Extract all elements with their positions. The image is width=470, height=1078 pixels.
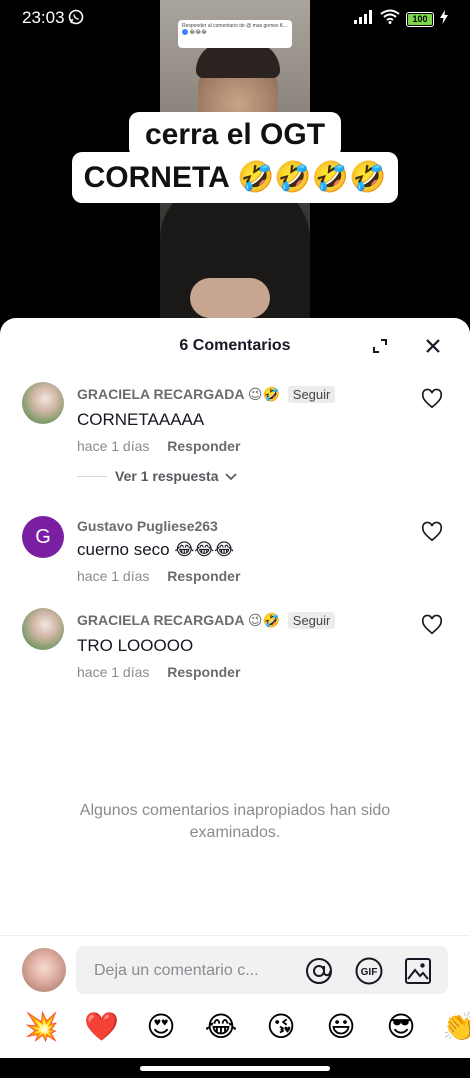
comment-input-box[interactable]: GIF xyxy=(76,946,448,994)
reply-button[interactable]: Responder xyxy=(167,664,240,680)
emoji-button[interactable]: 😘 xyxy=(264,1010,298,1044)
svg-text:GIF: GIF xyxy=(361,967,378,978)
avatar[interactable] xyxy=(22,382,64,424)
emoji-button[interactable]: 💥 xyxy=(24,1010,59,1044)
comment-meta: hace 1 días Responder xyxy=(77,664,240,680)
follow-button[interactable]: Seguir xyxy=(287,386,336,403)
emoji-button[interactable]: ❤️ xyxy=(84,1010,119,1044)
emoji-quick-bar: 💥 ❤️ 😍 😂 😘 😃 😎 👏 xyxy=(0,1010,470,1050)
follow-button[interactable]: Seguir xyxy=(287,612,336,629)
caption-text-2: CORNETA 🤣🤣🤣🤣 xyxy=(71,152,399,203)
emoji-button[interactable]: 👏 xyxy=(442,1010,470,1044)
username-emoji: 😉🤣 xyxy=(247,612,280,628)
heart-icon[interactable] xyxy=(421,614,443,636)
username-text: GRACIELA RECARGADA xyxy=(77,386,244,402)
heart-icon[interactable] xyxy=(421,521,443,543)
whatsapp-icon xyxy=(68,9,84,30)
comments-sheet: 6 Comentarios GRACIELA RECARGADA 😉🤣 Segu… xyxy=(0,318,470,1078)
emoji-button[interactable]: 😎 xyxy=(384,1010,418,1044)
replies-divider xyxy=(77,475,107,477)
gif-icon[interactable]: GIF xyxy=(355,957,383,985)
comment-meta: hace 1 días Responder xyxy=(77,568,240,584)
reply-button[interactable]: Responder xyxy=(167,568,240,584)
battery-icon: 100 xyxy=(406,11,434,27)
signal-icon xyxy=(354,9,374,29)
image-icon[interactable] xyxy=(404,957,432,985)
battery-level: 100 xyxy=(408,13,432,25)
reply-button[interactable]: Responder xyxy=(167,438,240,454)
comment-text: TRO LOOOOO xyxy=(77,636,194,655)
comment-time: hace 1 días xyxy=(77,568,150,584)
comment-time: hace 1 días xyxy=(77,664,150,680)
emoji-button[interactable]: 😂 xyxy=(204,1010,238,1044)
avatar[interactable] xyxy=(22,608,64,650)
close-icon[interactable] xyxy=(422,335,444,357)
reply-sticker-avatar xyxy=(182,29,188,35)
username-text: GRACIELA RECARGADA xyxy=(77,612,244,628)
avatar[interactable]: G xyxy=(22,516,64,558)
video-figure-hand xyxy=(190,278,270,318)
comment-text: CORNETAAAAA xyxy=(77,410,205,429)
username-emoji: 😉🤣 xyxy=(247,386,280,402)
view-replies-label: Ver 1 respuesta xyxy=(115,468,219,484)
comments-header: 6 Comentarios xyxy=(0,318,470,372)
comment-input-bar: GIF xyxy=(0,935,470,1008)
comment-time: hace 1 días xyxy=(77,438,150,454)
comment-text: cuerno seco 😂😂😂 xyxy=(77,540,234,559)
status-time: 23:03 xyxy=(22,8,65,27)
heart-icon[interactable] xyxy=(421,388,443,410)
comment-meta: hace 1 días Responder xyxy=(77,438,240,454)
mention-icon[interactable] xyxy=(305,957,333,985)
comment-username[interactable]: GRACIELA RECARGADA 😉🤣 Seguir xyxy=(77,386,336,403)
charging-icon xyxy=(440,9,448,29)
chevron-down-icon xyxy=(224,468,237,484)
comment-input[interactable] xyxy=(92,958,296,984)
comments-title: 6 Comentarios xyxy=(179,337,291,354)
reply-sticker-emojis: 😂😂😂 xyxy=(189,29,207,36)
wifi-icon xyxy=(380,9,400,29)
video-caption-line2: CORNETA 🤣🤣🤣🤣 xyxy=(0,152,470,203)
comment-username[interactable]: Gustavo Pugliese263 xyxy=(77,518,218,534)
expand-icon[interactable] xyxy=(371,337,389,355)
system-nav-bar xyxy=(0,1058,470,1078)
view-replies-button[interactable]: Ver 1 respuesta xyxy=(77,468,237,484)
reply-sticker: Responder al comentario de @ mas gomes K… xyxy=(178,20,292,48)
emoji-button[interactable]: 😍 xyxy=(144,1010,178,1044)
moderation-notice: Algunos comentarios inapropiados han sid… xyxy=(79,802,391,841)
comment-username[interactable]: GRACIELA RECARGADA 😉🤣 Seguir xyxy=(77,612,336,629)
my-avatar[interactable] xyxy=(22,948,66,992)
home-indicator[interactable] xyxy=(140,1066,330,1071)
emoji-button[interactable]: 😃 xyxy=(324,1010,358,1044)
